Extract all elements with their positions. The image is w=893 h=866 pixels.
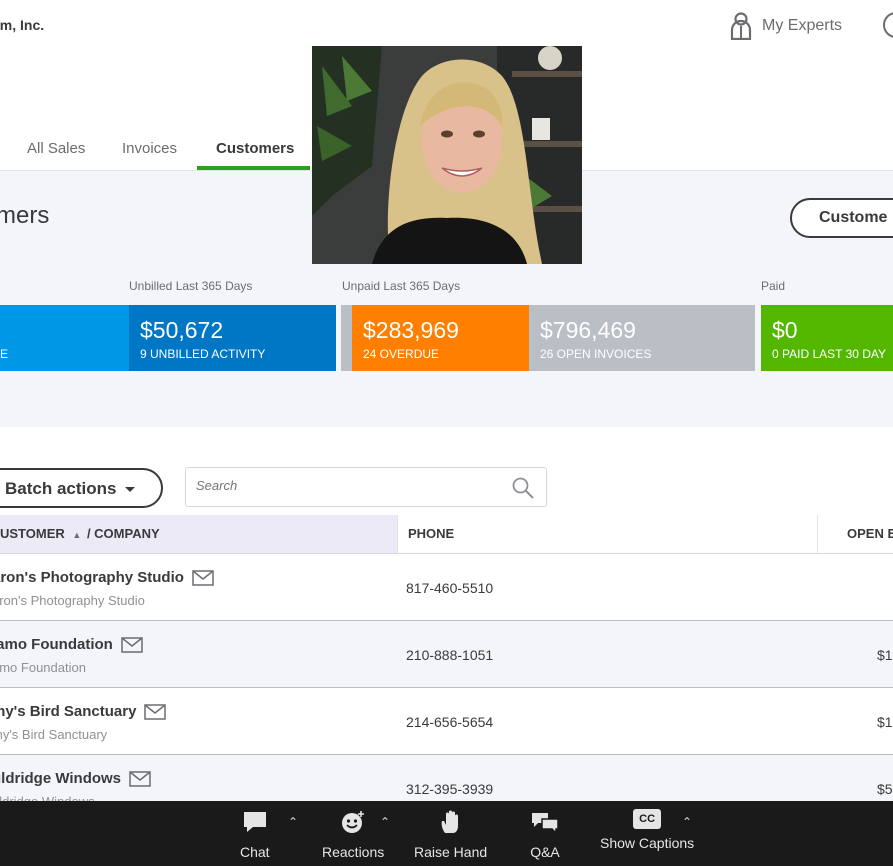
tab-customers[interactable]: Customers (216, 140, 294, 157)
estimate-sub: E (0, 347, 9, 361)
reactions-label: Reactions (322, 844, 385, 860)
customer-open-balance: $5 (877, 781, 893, 797)
customer-company: aron's Photography Studio (0, 593, 145, 608)
customer-open-balance: $1 (877, 714, 893, 730)
envelope-icon[interactable] (144, 703, 167, 720)
table-row[interactable]: lamo Foundation amo Foundation 210-888-1… (0, 621, 893, 688)
search-box (185, 467, 547, 507)
chevron-up-icon[interactable]: ⌃ (380, 815, 390, 829)
unbilled-label: Unbilled Last 365 Days (129, 279, 253, 293)
customer-phone: 312-395-3939 (406, 781, 494, 797)
paid-sub: 0 PAID LAST 30 DAY (772, 347, 887, 361)
overdue-amount: $283,969 (363, 317, 459, 343)
batch-actions-button[interactable]: Batch actions (0, 468, 163, 508)
customer-open-balance: $1 (877, 647, 893, 663)
smiley-icon (342, 811, 365, 833)
paid-block[interactable]: $0 0 PAID LAST 30 DAY (761, 305, 893, 371)
qa-icon (532, 813, 559, 835)
envelope-icon[interactable] (192, 569, 214, 586)
reactions-button[interactable]: Reactions (322, 809, 384, 860)
company-header-label: / COMPANY (86, 526, 160, 541)
customer-phone: 210-888-1051 (406, 647, 494, 663)
my-experts-label: My Experts (762, 17, 843, 34)
participant-video (312, 46, 582, 264)
hand-icon (441, 810, 458, 833)
estimate-block[interactable]: E (0, 305, 129, 371)
envelope-icon[interactable] (121, 636, 143, 653)
cc-icon: CC (633, 809, 662, 829)
open-invoices-block[interactable]: $796,469 26 OPEN INVOICES (529, 305, 755, 371)
overdue-block[interactable]: $283,969 24 OVERDUE (352, 305, 529, 371)
table-row[interactable]: my's Bird Sanctuary my's Bird Sanctuary … (0, 688, 893, 755)
column-header-customer[interactable]: USTOMER ▲ / COMPANY (0, 515, 397, 554)
qa-label: Q&A (530, 844, 560, 860)
chat-button[interactable]: Chat (240, 809, 270, 860)
customer-company: amo Foundation (0, 660, 86, 675)
sort-asc-icon: ▲ (72, 530, 82, 540)
unbilled-block[interactable]: $50,672 9 UNBILLED ACTIVITY (129, 305, 336, 371)
raise-hand-label: Raise Hand (414, 844, 488, 860)
unbilled-sub: 9 UNBILLED ACTIVITY (140, 347, 266, 361)
chat-label: Chat (240, 844, 270, 860)
meeting-toolbar: Chat ⌃ Reactions ⌃ Raise Hand Q&A CC Sho… (0, 801, 893, 866)
customer-header-label: USTOMER (0, 526, 65, 541)
raise-hand-button[interactable]: Raise Hand (414, 809, 487, 860)
paid-amount: $0 (772, 317, 798, 343)
search-input[interactable] (196, 478, 496, 493)
customer-company: my's Bird Sanctuary (0, 727, 108, 742)
unpaid-label: Unpaid Last 365 Days (342, 279, 461, 293)
customer-name[interactable]: my's Bird Sanctuary (0, 703, 136, 720)
new-customer-button[interactable]: Custome (790, 198, 893, 238)
customer-phone: 817-460-5510 (406, 580, 494, 596)
overdue-sub: 24 OVERDUE (363, 347, 440, 361)
envelope-icon[interactable] (129, 770, 151, 787)
page-title: mers (0, 202, 50, 229)
column-header-open-balance[interactable]: OPEN E (817, 515, 893, 554)
my-experts-link[interactable]: My Experts (730, 12, 842, 40)
chat-icon (243, 812, 266, 832)
open-invoices-amount: $796,469 (540, 317, 636, 343)
chevron-up-icon[interactable]: ⌃ (288, 815, 298, 829)
chevron-down-icon (125, 487, 136, 492)
column-header-phone[interactable]: PHONE (397, 515, 817, 554)
tab-all-sales[interactable]: All Sales (27, 140, 85, 157)
company-name: em, Inc. (0, 17, 45, 33)
person-icon (730, 12, 752, 40)
chevron-up-icon[interactable]: ⌃ (682, 815, 692, 829)
show-captions-label: Show Captions (600, 835, 695, 851)
batch-actions-label: Batch actions (5, 479, 117, 498)
participant-webcam-image (312, 46, 582, 264)
qa-button[interactable]: Q&A (530, 809, 560, 860)
customer-name[interactable]: uldridge Windows (0, 770, 121, 787)
unbilled-amount: $50,672 (140, 317, 224, 343)
help-icon[interactable] (883, 12, 893, 38)
show-captions-button[interactable]: CC Show Captions (600, 809, 694, 851)
search-icon[interactable] (511, 476, 535, 500)
open-invoices-sub: 26 OPEN INVOICES (540, 347, 652, 361)
customer-phone: 214-656-5654 (406, 714, 494, 730)
tab-invoices[interactable]: Invoices (122, 140, 177, 157)
table-row[interactable]: aron's Photography Studio aron's Photogr… (0, 554, 893, 621)
unpaid-left-edge (341, 305, 352, 371)
paid-label: Paid (761, 279, 786, 293)
customer-name[interactable]: aron's Photography Studio (0, 569, 184, 586)
active-tab-indicator (197, 166, 310, 170)
top-header: em, Inc. My Experts (0, 0, 893, 50)
customer-name[interactable]: lamo Foundation (0, 636, 113, 653)
